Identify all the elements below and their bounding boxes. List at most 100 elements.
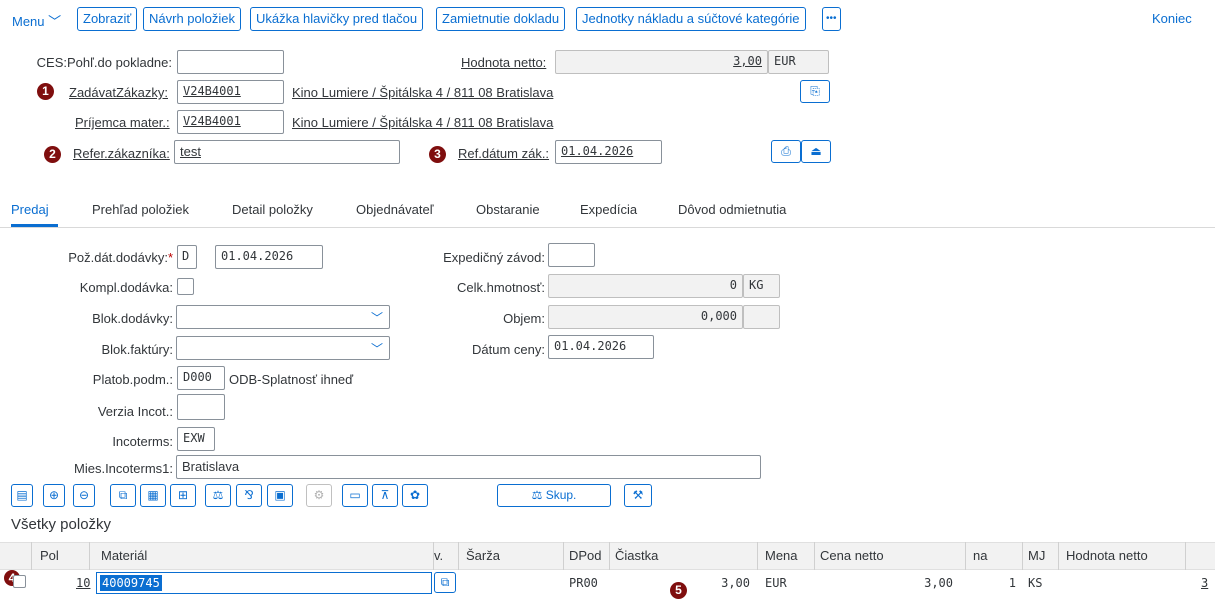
reference-date-field[interactable]: 01.04.2026 — [555, 140, 662, 164]
column-separator — [89, 542, 90, 570]
chevron-down-icon: ﹀ — [48, 14, 62, 29]
column-header-net-value[interactable]: Hodnota netto — [1066, 548, 1148, 563]
pricing-date-label: Dátum ceny: — [472, 342, 545, 357]
column-header-pol[interactable]: Pol — [40, 548, 59, 563]
remove-row-icon[interactable]: ⊖ — [73, 484, 95, 507]
card-icon[interactable]: ▭ — [342, 484, 368, 507]
column-separator — [1022, 542, 1023, 570]
row-net-price-cell: 3,00 — [924, 576, 953, 590]
row-condition-type-cell: PR00 — [569, 576, 598, 590]
billing-block-label: Blok.faktúry: — [101, 342, 173, 357]
group-label: Skup. — [545, 488, 577, 502]
row-per-cell: 1 — [1008, 576, 1016, 590]
pricing-icon[interactable]: ⚖ — [205, 484, 231, 507]
volume-field: 0,000 — [548, 305, 743, 329]
schedule-icon[interactable]: ▣ — [267, 484, 293, 507]
document-icon[interactable]: ⎘ — [800, 80, 830, 103]
column-separator — [31, 542, 32, 570]
weight-unit-field: KG — [743, 274, 780, 298]
payment-terms-field[interactable]: D000 — [177, 366, 225, 390]
column-header-amount[interactable]: Čiastka — [615, 548, 658, 563]
add-row-icon[interactable]: ⊕ — [43, 484, 65, 507]
stamp-icon[interactable]: ⏏ — [801, 140, 831, 163]
billing-block-dropdown[interactable] — [176, 336, 390, 360]
incoterms-location-label: Mies.Incoterms1: — [74, 461, 173, 476]
group-button[interactable]: ⚖ Skup. — [497, 484, 611, 507]
column-header-batch[interactable]: Šarža — [466, 548, 500, 563]
disabled-action-icon[interactable]: ⚙ — [306, 484, 332, 507]
customer-reference-field[interactable]: test — [174, 140, 400, 164]
reject-document-button[interactable]: Zamietnutie dokladu — [436, 7, 566, 31]
more-button[interactable]: ••• — [822, 7, 841, 31]
details-icon[interactable]: ▤ — [11, 484, 33, 507]
column-separator — [563, 542, 564, 570]
sold-to-label: ZadávatZákazky: — [69, 85, 168, 100]
incoterms-version-label: Verzia Incot.: — [97, 404, 173, 419]
column-header-condition-type[interactable]: DPod — [569, 548, 602, 563]
marker-5: 5 — [670, 582, 687, 599]
settings-icon[interactable]: ✿ — [402, 484, 428, 507]
structure-icon[interactable]: ⊼ — [372, 484, 398, 507]
tab-ordering-party[interactable]: Objednávateľ — [356, 202, 434, 217]
tab-procurement[interactable]: Obstaranie — [476, 202, 540, 217]
handling-units-button[interactable]: Jednotky nákladu a súčtové kategórie — [576, 7, 806, 31]
requested-delivery-date-label: Pož.dát.dodávky:* — [68, 250, 173, 265]
column-header-unit[interactable]: MJ — [1028, 548, 1045, 563]
value-help-icon[interactable]: ⧉ — [434, 572, 456, 593]
tab-item-detail[interactable]: Detail položky — [232, 202, 313, 217]
shipping-plant-label: Expedičný závod: — [443, 250, 545, 265]
net-value-label: Hodnota netto: — [461, 55, 547, 70]
menu-button[interactable]: Menu ﹀ — [12, 11, 61, 30]
incoterms-field[interactable]: EXW — [177, 427, 215, 451]
marker-3: 3 — [429, 146, 446, 163]
item-proposal-button[interactable]: Návrh položiek — [143, 7, 241, 31]
ship-to-description: Kino Lumiere / Špitálska 4 / 811 08 Brat… — [292, 115, 554, 130]
row-net-value-cell[interactable]: 3 — [1201, 576, 1208, 590]
exit-button[interactable]: Koniec — [1152, 11, 1192, 26]
delivery-date-type-field[interactable]: D — [177, 245, 197, 269]
column-separator — [458, 542, 459, 570]
complete-delivery-checkbox[interactable] — [177, 278, 194, 295]
column-header-net-price[interactable]: Cena netto — [820, 548, 884, 563]
row-currency-cell: EUR — [765, 576, 787, 590]
column-header-material[interactable]: Materiál — [101, 548, 147, 563]
tab-sales[interactable]: Predaj — [11, 202, 49, 217]
column-header-per[interactable]: na — [973, 548, 987, 563]
shipping-plant-field[interactable] — [548, 243, 595, 267]
sold-to-field[interactable]: V24B4001 — [177, 80, 284, 104]
reference-date-label: Ref.dátum zák.: — [458, 146, 550, 161]
menu-label: Menu — [12, 14, 45, 29]
header-print-preview-button[interactable]: Ukážka hlavičky pred tlačou — [250, 7, 424, 31]
column-header-currency[interactable]: Mena — [765, 548, 798, 563]
pricing-date-field[interactable]: 01.04.2026 — [548, 335, 654, 359]
material-input[interactable]: 40009745 — [96, 572, 432, 594]
wrench-icon[interactable]: ⚒ — [624, 484, 652, 507]
row-select-checkbox[interactable] — [13, 575, 26, 588]
tab-item-overview[interactable]: Prehľad položiek — [92, 202, 189, 217]
column-separator — [814, 542, 815, 570]
marker-2: 2 — [44, 146, 61, 163]
incoterms-location-field[interactable]: Bratislava — [176, 455, 761, 479]
delivery-block-label: Blok.dodávky: — [92, 311, 173, 326]
copy-icon[interactable]: ⎙ — [771, 140, 801, 163]
row-unit-cell: KS — [1028, 576, 1043, 590]
row-pol-cell[interactable]: 10 — [76, 576, 90, 590]
ship-to-field[interactable]: V24B4001 — [177, 110, 284, 134]
marker-1: 1 — [37, 83, 54, 100]
payment-terms-label: Platob.podm.: — [92, 372, 173, 387]
tab-divider — [0, 227, 1215, 228]
select-block-icon[interactable]: ▦ — [140, 484, 166, 507]
incoterms-label: Incoterms: — [112, 434, 173, 449]
tab-reason-for-rejection[interactable]: Dôvod odmietnutia — [678, 202, 786, 217]
incoterms-version-field[interactable] — [177, 394, 225, 420]
select-all-icon[interactable]: ⧉ — [110, 484, 136, 507]
ces-field[interactable] — [177, 50, 284, 74]
requested-delivery-date-field[interactable]: 01.04.2026 — [215, 245, 323, 269]
conditions-icon[interactable]: ⅋ — [236, 484, 262, 507]
sold-to-description: Kino Lumiere / Špitálska 4 / 811 08 Brat… — [292, 85, 554, 100]
tab-shipping[interactable]: Expedícia — [580, 202, 637, 217]
delivery-block-dropdown[interactable] — [176, 305, 390, 329]
display-button[interactable]: Zobraziť — [77, 7, 138, 31]
column-header-v[interactable]: v. — [434, 548, 443, 563]
deselect-all-icon[interactable]: ⊞ — [170, 484, 196, 507]
